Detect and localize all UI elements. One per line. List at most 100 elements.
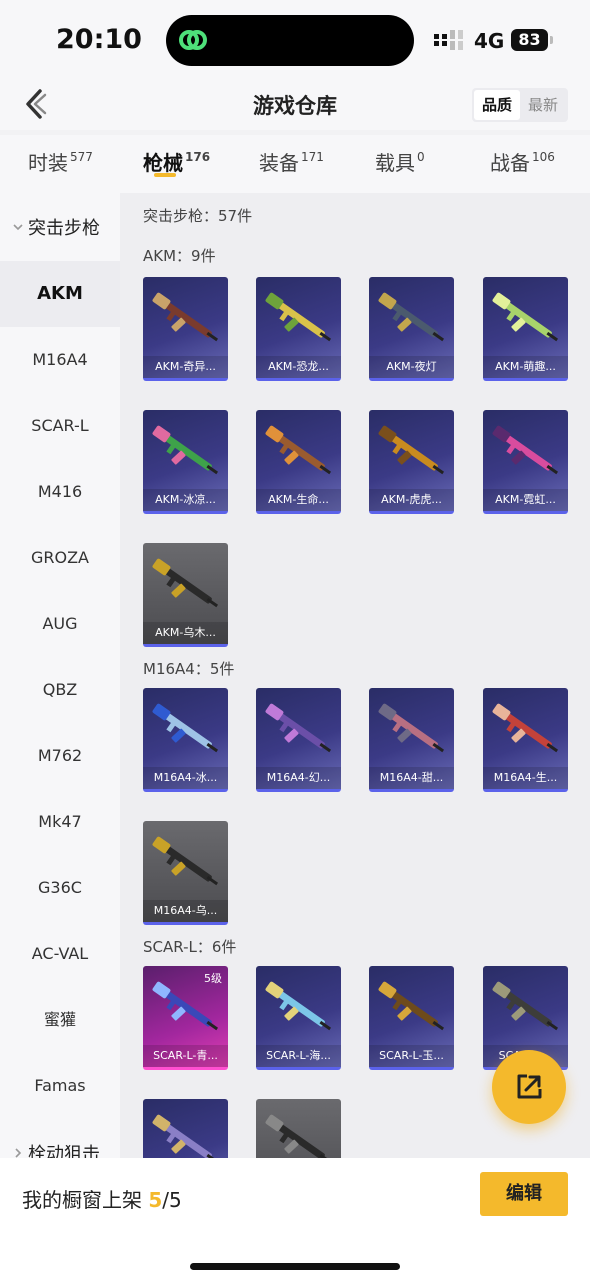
skin-name: AKM-夜灯 — [369, 356, 454, 378]
skin-card[interactable]: AKM-夜灯 — [369, 277, 454, 381]
tab-guns[interactable]: 枪械 176 — [143, 147, 210, 176]
showcase-current: 5 — [148, 1188, 163, 1212]
sidebar-item-scar-l[interactable]: SCAR-L — [0, 393, 120, 459]
rifle-icon — [492, 703, 559, 753]
skin-name: AKM-冰凉... — [143, 489, 228, 511]
tab-vehicles[interactable]: 载具 0 — [375, 147, 425, 176]
share-icon — [517, 1074, 542, 1099]
skin-card[interactable] — [143, 1099, 228, 1158]
home-indicator — [190, 1263, 400, 1270]
rifle-icon — [152, 425, 219, 475]
skin-card[interactable]: AKM-萌趣... — [483, 277, 568, 381]
showcase-label: 我的橱窗上架 5/5 — [22, 1184, 182, 1213]
edit-button[interactable]: 编辑 — [480, 1172, 568, 1216]
tab-count: 171 — [301, 150, 324, 164]
signal-icon — [434, 30, 463, 50]
skin-card[interactable]: AKM-虎虎... — [369, 410, 454, 514]
skin-card[interactable]: 5级 SCAR-L-青... — [143, 966, 228, 1070]
sidebar-group-assault-rifles[interactable]: 突击步枪 — [0, 193, 120, 261]
skin-card[interactable]: M16A4-幻... — [256, 688, 341, 792]
sort-newest-button[interactable]: 最新 — [520, 90, 566, 120]
skin-card[interactable]: SCAR-L-玉... — [369, 966, 454, 1070]
showcase-bar: 我的橱窗上架 5/5 编辑 — [0, 1158, 590, 1280]
category-tabs: 时装 577 枪械 176 装备 171 载具 0 战备 106 — [0, 135, 590, 193]
tab-fashion[interactable]: 时装 577 — [28, 147, 93, 176]
sidebar-item-mk47[interactable]: Mk47 — [0, 789, 120, 855]
sidebar-item-g36c[interactable]: G36C — [0, 855, 120, 921]
sidebar-item-m762[interactable]: M762 — [0, 723, 120, 789]
rifle-icon — [378, 292, 445, 342]
skin-name: AKM-萌趣... — [483, 356, 568, 378]
skin-name: M16A4-生... — [483, 767, 568, 789]
skin-name: AKM-虎虎... — [369, 489, 454, 511]
network-type: 4G — [474, 29, 505, 53]
rifle-icon — [152, 981, 219, 1031]
rifle-icon — [152, 703, 219, 753]
tab-supplies[interactable]: 战备 106 — [490, 147, 555, 176]
sidebar-item-honey-badger[interactable]: 蜜獾 — [0, 987, 120, 1053]
rifle-icon — [265, 703, 332, 753]
rifle-icon — [265, 425, 332, 475]
sort-quality-button[interactable]: 品质 — [474, 90, 520, 120]
status-time: 20:10 — [56, 24, 142, 55]
tab-label: 枪械 — [143, 151, 183, 175]
skin-name: AKM-生命... — [256, 489, 341, 511]
chevron-down-icon — [13, 224, 23, 231]
sidebar-item-qbz[interactable]: QBZ — [0, 657, 120, 723]
showcase-total: /5 — [162, 1188, 182, 1212]
skin-name: M16A4-甜... — [369, 767, 454, 789]
sidebar-group-bolt-snipers[interactable]: 栓动狙击 — [0, 1119, 120, 1158]
skin-name: AKM-霓虹... — [483, 489, 568, 511]
skin-name: SCAR-L-海... — [256, 1045, 341, 1067]
tab-equipment[interactable]: 装备 171 — [259, 147, 324, 176]
tab-count: 176 — [185, 150, 211, 164]
skin-card[interactable]: AKM-恐龙... — [256, 277, 341, 381]
sort-toggle: 品质 最新 — [472, 88, 568, 122]
skin-card[interactable]: AKM-霓虹... — [483, 410, 568, 514]
skin-card[interactable]: AKM-乌木... — [143, 543, 228, 647]
skin-card[interactable] — [256, 1099, 341, 1158]
sidebar-item-ac-val[interactable]: AC-VAL — [0, 921, 120, 987]
dynamic-island — [166, 15, 414, 66]
skin-card[interactable]: AKM-奇异... — [143, 277, 228, 381]
share-button[interactable] — [492, 1050, 566, 1124]
showcase-text: 我的橱窗上架 — [22, 1188, 142, 1212]
tab-count: 577 — [70, 150, 93, 164]
skin-name: M16A4-乌... — [143, 900, 228, 922]
skin-card[interactable]: AKM-生命... — [256, 410, 341, 514]
skin-name: SCAR-L-青... — [143, 1045, 228, 1067]
tab-label: 装备 — [259, 151, 299, 175]
sidebar-item-aug[interactable]: AUG — [0, 591, 120, 657]
skin-name: AKM-恐龙... — [256, 356, 341, 378]
rifle-icon — [152, 558, 219, 608]
sidebar-item-m16a4[interactable]: M16A4 — [0, 327, 120, 393]
skin-card[interactable]: AKM-冰凉... — [143, 410, 228, 514]
rifle-icon — [378, 703, 445, 753]
tab-label: 载具 — [375, 151, 415, 175]
section-title-m16a4: M16A4：5件 — [143, 660, 235, 678]
skin-card[interactable]: M16A4-乌... — [143, 821, 228, 925]
battery-indicator: 83 — [511, 29, 553, 51]
rifle-icon — [152, 1114, 219, 1158]
skin-card[interactable]: SCAR-L-海... — [256, 966, 341, 1070]
skin-card[interactable]: M16A4-甜... — [369, 688, 454, 792]
sidebar-item-akm[interactable]: AKM — [0, 261, 120, 327]
rifle-icon — [152, 836, 219, 886]
sidebar-item-famas[interactable]: Famas — [0, 1053, 120, 1119]
category-total: 突击步枪：57件 — [143, 207, 253, 225]
weapon-sidebar: 突击步枪 AKM M16A4 SCAR-L M416 GROZA AUG QBZ… — [0, 193, 120, 1158]
rifle-icon — [378, 981, 445, 1031]
status-bar: 20:10 4G 83 — [0, 0, 590, 80]
weapon-grid: 突击步枪：57件 AKM：9件 AKM-奇异... AKM-恐龙... AKM-… — [120, 193, 590, 1158]
rifle-icon — [378, 425, 445, 475]
active-tab-indicator — [154, 173, 176, 177]
rifle-icon — [492, 425, 559, 475]
skin-name: AKM-乌木... — [143, 622, 228, 644]
sidebar-item-m416[interactable]: M416 — [0, 459, 120, 525]
skin-card[interactable]: M16A4-生... — [483, 688, 568, 792]
skin-card[interactable]: M16A4-冰... — [143, 688, 228, 792]
rifle-icon — [265, 292, 332, 342]
level-badge: 5级 — [204, 972, 222, 985]
tab-count: 106 — [532, 150, 555, 164]
sidebar-item-groza[interactable]: GROZA — [0, 525, 120, 591]
